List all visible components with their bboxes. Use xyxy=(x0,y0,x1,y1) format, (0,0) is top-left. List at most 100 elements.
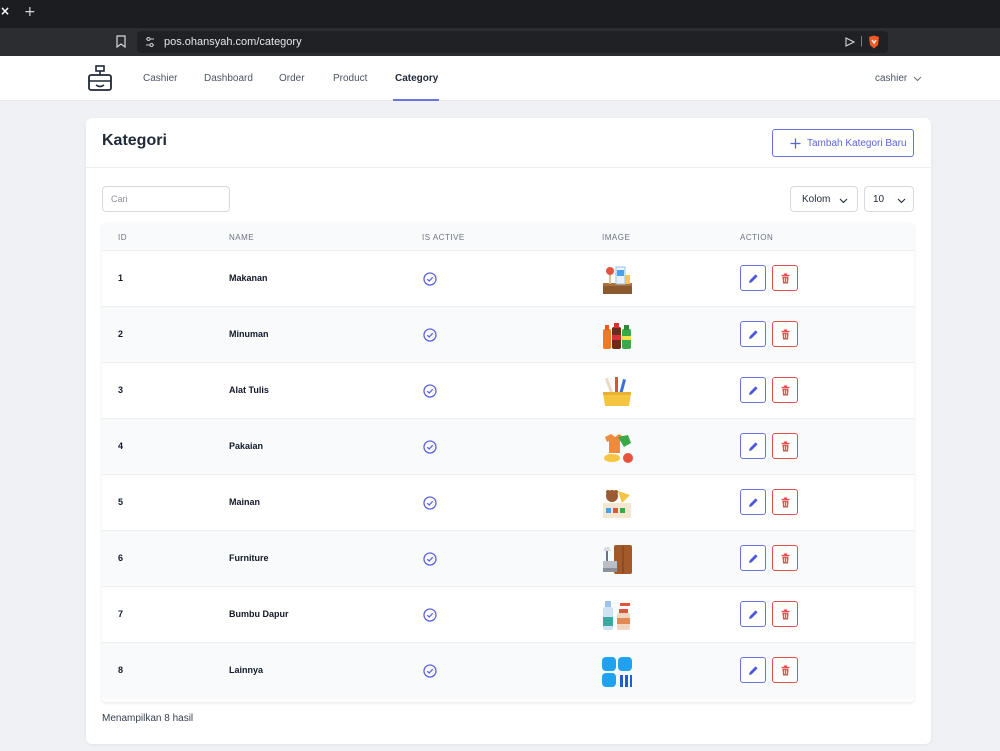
share-icon[interactable] xyxy=(845,37,855,47)
pencil-icon xyxy=(749,554,758,563)
pencil-icon xyxy=(749,386,758,395)
brave-shield-icon[interactable] xyxy=(868,35,880,49)
edit-button[interactable] xyxy=(740,321,766,347)
table-header: ID NAME IS ACTIVE IMAGE ACTION xyxy=(102,223,914,251)
clothing-image xyxy=(604,434,633,463)
nav-product[interactable]: Product xyxy=(333,73,367,84)
trash-icon xyxy=(781,441,790,452)
search-input[interactable] xyxy=(102,186,230,212)
table-row: 3 Alat Tulis xyxy=(102,363,914,419)
row-name: Furniture xyxy=(229,553,269,563)
url-field[interactable]: pos.ohansyah.com/category | xyxy=(137,31,888,53)
chevron-down-icon[interactable] xyxy=(913,74,922,83)
check-circle-icon xyxy=(423,496,437,510)
others-image xyxy=(602,657,632,687)
row-name: Mainan xyxy=(229,497,261,507)
header-name[interactable]: NAME xyxy=(229,233,254,242)
drinks-image xyxy=(603,323,631,349)
pencil-icon xyxy=(749,666,758,675)
header-action: ACTION xyxy=(740,233,774,242)
delete-button[interactable] xyxy=(772,545,798,571)
pencil-icon xyxy=(749,610,758,619)
table-row: 7 Bumbu Dapur xyxy=(102,587,914,643)
edit-button[interactable] xyxy=(740,657,766,683)
check-circle-icon xyxy=(423,272,437,286)
page-size-value: 10 xyxy=(873,194,885,205)
row-id: 6 xyxy=(118,553,124,563)
edit-button[interactable] xyxy=(740,601,766,627)
add-category-button[interactable]: Tambah Kategori Baru xyxy=(772,129,914,157)
delete-button[interactable] xyxy=(772,321,798,347)
chevron-down-icon xyxy=(839,198,848,204)
add-category-label: Tambah Kategori Baru xyxy=(807,138,907,149)
nav-order[interactable]: Order xyxy=(279,73,305,84)
row-name: Lainnya xyxy=(229,665,264,675)
nav-category[interactable]: Category xyxy=(395,73,438,84)
trash-icon xyxy=(781,665,790,676)
row-id: 5 xyxy=(118,497,124,507)
edit-button[interactable] xyxy=(740,545,766,571)
row-id: 2 xyxy=(118,329,124,339)
table-row: 8 Lainnya xyxy=(102,643,914,699)
url-separator: | xyxy=(860,35,863,47)
row-name: Pakaian xyxy=(229,441,264,451)
browser-tab-bar: × + xyxy=(0,0,1000,28)
edit-button[interactable] xyxy=(740,377,766,403)
active-nav-indicator xyxy=(393,99,439,101)
edit-button[interactable] xyxy=(740,433,766,459)
food-image xyxy=(603,266,632,294)
bookmark-icon[interactable] xyxy=(116,35,126,48)
new-tab-button[interactable]: + xyxy=(24,4,36,20)
check-circle-icon xyxy=(423,608,437,622)
site-settings-icon[interactable] xyxy=(145,36,155,48)
category-table: ID NAME IS ACTIVE IMAGE ACTION 1 Makanan xyxy=(102,223,914,702)
pencil-icon xyxy=(749,442,758,451)
trash-icon xyxy=(781,329,790,340)
delete-button[interactable] xyxy=(772,657,798,683)
cash-register-logo-icon[interactable] xyxy=(87,64,113,92)
pencil-icon xyxy=(749,330,758,339)
pencil-icon xyxy=(749,274,758,283)
delete-button[interactable] xyxy=(772,433,798,459)
header-image[interactable]: IMAGE xyxy=(602,233,630,242)
chevron-down-icon xyxy=(897,198,906,204)
check-circle-icon xyxy=(423,328,437,342)
check-circle-icon xyxy=(423,440,437,454)
nav-cashier[interactable]: Cashier xyxy=(143,73,177,84)
row-id: 1 xyxy=(118,273,124,283)
delete-button[interactable] xyxy=(772,601,798,627)
check-circle-icon xyxy=(423,384,437,398)
pencil-icon xyxy=(749,498,758,507)
check-circle-icon xyxy=(423,664,437,678)
table-row: 2 Minuman xyxy=(102,307,914,363)
table-row: 1 Makanan xyxy=(102,251,914,307)
plus-icon xyxy=(790,138,801,149)
edit-button[interactable] xyxy=(740,489,766,515)
category-card: Kategori Tambah Kategori Baru Kolom 10 I… xyxy=(86,118,931,744)
delete-button[interactable] xyxy=(772,265,798,291)
row-id: 8 xyxy=(118,665,124,675)
delete-button[interactable] xyxy=(772,489,798,515)
close-tab-icon[interactable]: × xyxy=(0,4,12,22)
furniture-image xyxy=(603,545,632,574)
user-menu[interactable]: cashier xyxy=(875,73,907,84)
table-row: 4 Pakaian xyxy=(102,419,914,475)
row-id: 7 xyxy=(118,609,124,619)
header-is-active[interactable]: IS ACTIVE xyxy=(422,233,465,242)
check-circle-icon xyxy=(423,552,437,566)
page-size-select[interactable]: 10 xyxy=(864,186,914,212)
nav-dashboard[interactable]: Dashboard xyxy=(204,73,253,84)
toys-image xyxy=(603,490,631,518)
row-name: Minuman xyxy=(229,329,269,339)
page-title: Kategori xyxy=(102,132,167,149)
trash-icon xyxy=(781,497,790,508)
header-id[interactable]: ID xyxy=(118,233,127,242)
row-name: Bumbu Dapur xyxy=(229,609,289,619)
columns-dropdown[interactable]: Kolom xyxy=(790,186,858,212)
edit-button[interactable] xyxy=(740,265,766,291)
row-id: 4 xyxy=(118,441,124,451)
trash-icon xyxy=(781,553,790,564)
results-count: Menampilkan 8 hasil xyxy=(102,713,194,724)
stationery-image xyxy=(603,377,631,406)
delete-button[interactable] xyxy=(772,377,798,403)
